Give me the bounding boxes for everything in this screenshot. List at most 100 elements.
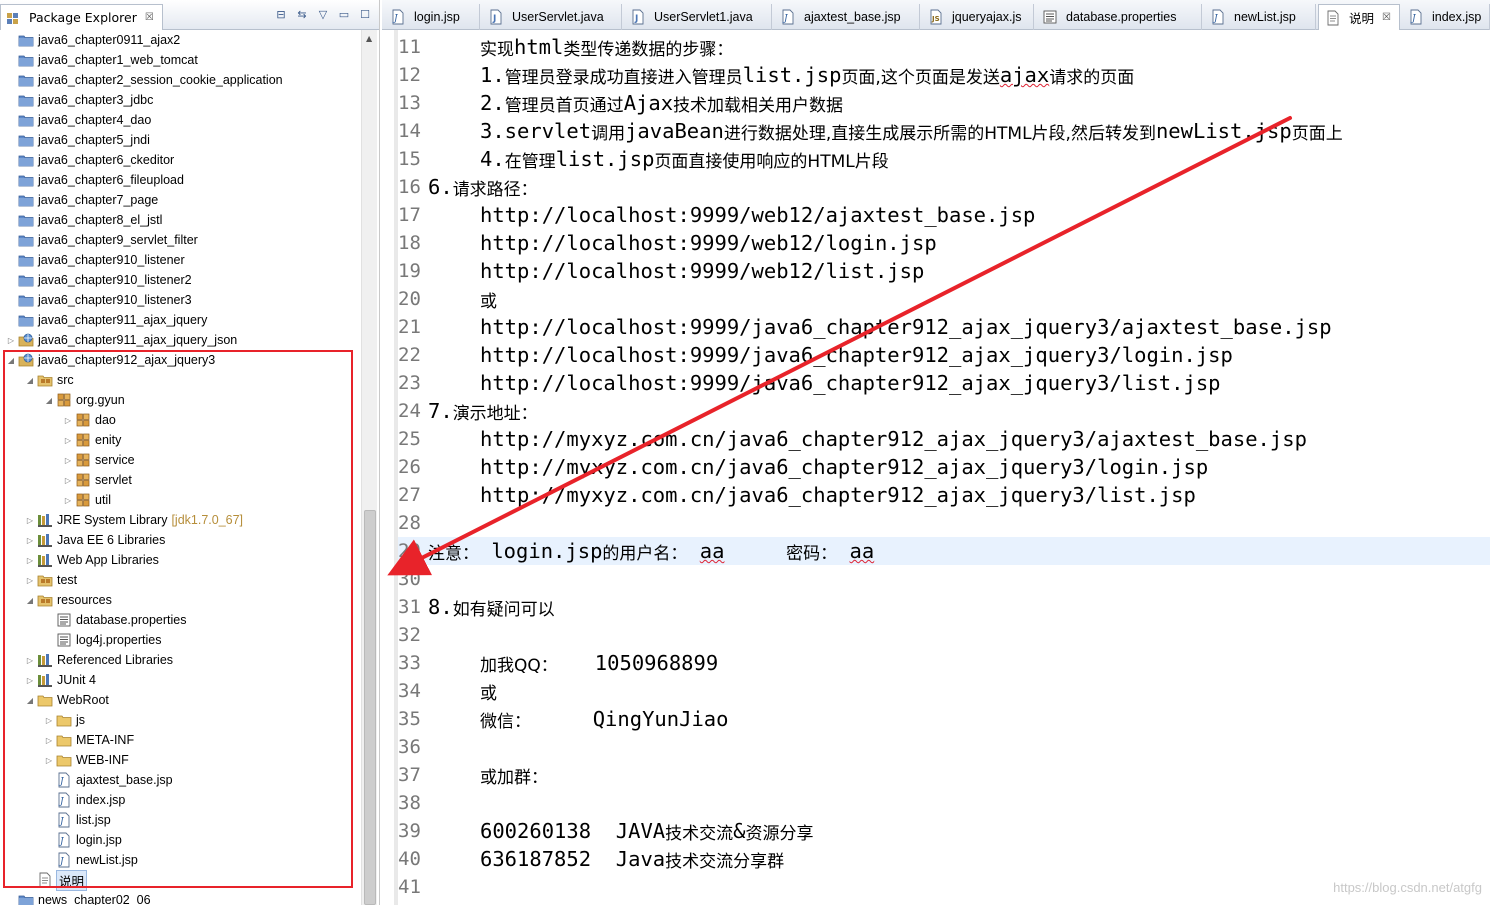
tree-item[interactable]: ▷ service: [63, 450, 135, 470]
editor-tab[interactable]: JS jqueryajax.js: [922, 4, 1034, 30]
jsp-file-icon: J: [780, 9, 796, 25]
line-number: 41: [398, 876, 421, 898]
minimize-icon[interactable]: ▭: [337, 7, 351, 21]
collapsed-arrow-icon[interactable]: ▷: [25, 535, 35, 545]
tree-item-label: servlet: [95, 473, 132, 487]
tree-item[interactable]: java6_chapter5_jndi: [6, 130, 150, 150]
editor-tab[interactable]: J UserServlet.java: [482, 4, 622, 30]
collapse-all-icon[interactable]: ⊟: [274, 7, 288, 21]
tree-item[interactable]: JnewList.jsp: [44, 850, 138, 870]
library-icon: [37, 552, 53, 568]
package-icon: [75, 492, 91, 508]
collapsed-arrow-icon[interactable]: ▷: [63, 435, 73, 445]
tree-item[interactable]: ◢ src: [25, 370, 74, 390]
package-explorer-tab[interactable]: Package Explorer ☒: [0, 4, 163, 30]
tree-item[interactable]: java6_chapter911_ajax_jquery: [6, 310, 207, 330]
expanded-arrow-icon[interactable]: ◢: [25, 375, 35, 385]
tree-item[interactable]: java6_chapter910_listener2: [6, 270, 192, 290]
tree-item[interactable]: log4j.properties: [44, 630, 161, 650]
tree-item[interactable]: java6_chapter6_fileupload: [6, 170, 184, 190]
collapsed-arrow-icon[interactable]: ▷: [63, 495, 73, 505]
code-line: 41: [398, 873, 1490, 901]
close-icon[interactable]: ☒: [145, 12, 154, 23]
expanded-arrow-icon[interactable]: ◢: [44, 395, 54, 405]
collapsed-arrow-icon[interactable]: ▷: [44, 755, 54, 765]
tree-item[interactable]: java6_chapter9_servlet_filter: [6, 230, 198, 250]
tree-item[interactable]: ◢ resources: [25, 590, 112, 610]
collapsed-arrow-icon[interactable]: ▷: [25, 575, 35, 585]
collapsed-arrow-icon[interactable]: ▷: [44, 715, 54, 725]
code-line: 16 6. 请求路径：: [398, 173, 1490, 201]
tree-item[interactable]: java6_chapter8_el_jstl: [6, 210, 162, 230]
tree-item[interactable]: database.properties: [44, 610, 187, 630]
tree-item[interactable]: java6_chapter1_web_tomcat: [6, 50, 198, 70]
tree-item[interactable]: Jlist.jsp: [44, 810, 111, 830]
tree-item[interactable]: ▷ Web App Libraries: [25, 550, 159, 570]
collapsed-arrow-icon[interactable]: ▷: [25, 675, 35, 685]
tree-item[interactable]: ▷ js: [44, 710, 85, 730]
line-number: 22: [398, 344, 421, 366]
maximize-icon[interactable]: ☐: [358, 7, 372, 21]
tree-item[interactable]: java6_chapter910_listener3: [6, 290, 192, 310]
tree-item[interactable]: ◢ org.gyun: [44, 390, 125, 410]
tree-item[interactable]: java6_chapter4_dao: [6, 110, 151, 130]
collapsed-arrow-icon[interactable]: ▷: [63, 475, 73, 485]
tree-item[interactable]: ▷ test: [25, 570, 77, 590]
expanded-arrow-icon[interactable]: ◢: [25, 695, 35, 705]
collapsed-arrow-icon[interactable]: ▷: [63, 415, 73, 425]
line-text: http://myxyz.com.cn/java6_chapter912_aja…: [480, 483, 1196, 507]
tree-item[interactable]: ◢ WebRoot: [25, 690, 109, 710]
tree-scrollbar[interactable]: ▲: [361, 30, 377, 905]
line-text: 技术交流分享群: [665, 851, 785, 872]
view-menu-icon[interactable]: ▽: [316, 7, 330, 21]
tree-item[interactable]: java6_chapter2_session_cookie_applicatio…: [6, 70, 283, 90]
tree-item[interactable]: ▷ JRE System Library [jdk1.7.0_67]: [25, 510, 243, 530]
link-with-editor-icon[interactable]: ⇆: [295, 7, 309, 21]
editor-tab[interactable]: Jindex.jsp: [1402, 4, 1490, 30]
tree-item[interactable]: ▷ java6_chapter911_ajax_jquery_json: [6, 330, 237, 350]
tree-item[interactable]: ▷ META-INF: [44, 730, 134, 750]
scrollbar-thumb[interactable]: [364, 510, 376, 905]
project-icon: [18, 212, 34, 228]
tree-item[interactable]: Jajaxtest_base.jsp: [44, 770, 173, 790]
tree-item[interactable]: ▷ enity: [63, 430, 121, 450]
line-text: 636187852 Java: [480, 847, 666, 871]
tree-item[interactable]: ▷ servlet: [63, 470, 132, 490]
collapsed-arrow-icon[interactable]: ▷: [25, 655, 35, 665]
tree-item[interactable]: java6_chapter6_ckeditor: [6, 150, 174, 170]
collapsed-arrow-icon[interactable]: ▷: [25, 515, 35, 525]
tree-item[interactable]: java6_chapter3_jdbc: [6, 90, 153, 110]
tree-item[interactable]: ▷ Referenced Libraries: [25, 650, 173, 670]
tree-item[interactable]: news_chapter02_06: [6, 890, 151, 905]
tree-item[interactable]: java6_chapter0911_ajax2: [6, 30, 180, 50]
scroll-up-icon[interactable]: ▲: [366, 34, 372, 43]
expanded-arrow-icon[interactable]: ◢: [25, 595, 35, 605]
tree-item-label: dao: [95, 413, 116, 427]
expanded-arrow-icon[interactable]: ◢: [6, 355, 16, 365]
tree-item[interactable]: Jlogin.jsp: [44, 830, 122, 850]
tree-item[interactable]: 说明: [25, 869, 88, 891]
tree-item[interactable]: ▷ Java EE 6 Libraries: [25, 530, 165, 550]
tree-item[interactable]: java6_chapter910_listener: [6, 250, 185, 270]
tree-item[interactable]: java6_chapter7_page: [6, 190, 158, 210]
collapsed-arrow-icon[interactable]: ▷: [63, 455, 73, 465]
editor-tab[interactable]: database.properties: [1036, 4, 1202, 30]
line-number: 29: [398, 540, 421, 562]
tree-item[interactable]: ▷ dao: [63, 410, 116, 430]
editor-tab[interactable]: Jlogin.jsp: [384, 4, 480, 30]
editor-tab[interactable]: JnewList.jsp: [1204, 4, 1316, 30]
close-icon[interactable]: ☒: [1382, 12, 1391, 23]
tree-item[interactable]: Jindex.jsp: [44, 790, 125, 810]
tree-item[interactable]: ◢ java6_chapter912_ajax_jquery3: [6, 350, 215, 370]
editor-tab[interactable]: Jajaxtest_base.jsp: [774, 4, 920, 30]
collapsed-arrow-icon[interactable]: ▷: [25, 555, 35, 565]
editor-tab[interactable]: 说明 ☒: [1318, 4, 1400, 30]
tree-item[interactable]: ▷ WEB-INF: [44, 750, 129, 770]
tree-item[interactable]: ▷ util: [63, 490, 111, 510]
collapsed-arrow-icon[interactable]: ▷: [44, 735, 54, 745]
collapsed-arrow-icon[interactable]: ▷: [6, 335, 16, 345]
editor-text-area[interactable]: 11 实现 html 类型传递数据的步骤： 12 1. 管理员登录成功直接进入管理员 list…: [398, 33, 1490, 905]
editor-tab[interactable]: J UserServlet1.java: [624, 4, 772, 30]
tree-item[interactable]: ▷ JUnit 4: [25, 670, 96, 690]
